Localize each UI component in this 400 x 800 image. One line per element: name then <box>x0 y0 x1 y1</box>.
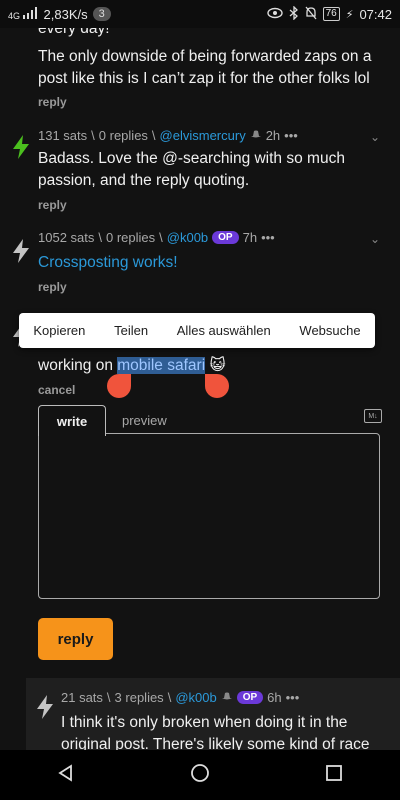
menu-item-web-search[interactable]: Websuche <box>299 323 360 338</box>
tab-preview[interactable]: preview <box>122 413 167 428</box>
eye-icon <box>266 7 283 22</box>
author-link[interactable]: @k00b <box>175 690 216 705</box>
author-link[interactable]: @k00b <box>167 230 208 245</box>
cat-emoji: 😺 <box>209 357 226 374</box>
replies-count[interactable]: 0 replies <box>99 128 148 143</box>
comment-body: working on mobile safari 😺 <box>38 356 226 375</box>
comment-body: Badass. Love the @-searching with so muc… <box>38 150 345 189</box>
selection-handle-left[interactable] <box>107 374 131 398</box>
editor-tabs: write preview M↓ <box>38 405 382 436</box>
reply-link[interactable]: reply <box>38 280 67 294</box>
nested-comment: 21 sats \ 3 replies \ @k00b OP 6h ••• I … <box>26 678 400 750</box>
sats-count: 1052 sats <box>38 230 95 245</box>
more-icon[interactable]: ••• <box>261 230 275 245</box>
sats-count: 131 sats <box>38 128 88 143</box>
replies-count[interactable]: 0 replies <box>106 230 155 245</box>
comment-partial-text: every day! <box>38 28 110 37</box>
op-badge: OP <box>212 231 239 244</box>
android-nav-bar <box>0 750 400 800</box>
network-type: 4G <box>8 11 21 21</box>
markdown-icon[interactable]: M↓ <box>364 409 382 423</box>
clock: 07:42 <box>359 6 392 22</box>
tab-write[interactable]: write <box>38 405 106 436</box>
op-badge: OP <box>236 691 264 704</box>
comment-body: The only downside of being forwarded zap… <box>38 48 372 87</box>
bluetooth-icon <box>289 4 299 23</box>
home-icon[interactable] <box>190 763 210 788</box>
reply-textarea[interactable] <box>38 433 380 599</box>
status-bar: 4G 2,83K/s 3 76 ⚡ 07:42 <box>0 0 400 28</box>
bolt-icon[interactable] <box>34 694 56 720</box>
sats-count: 21 sats <box>61 690 103 705</box>
cowboy-hat-icon <box>221 690 233 705</box>
menu-item-share[interactable]: Teilen <box>114 323 148 338</box>
author-link[interactable]: @elvismercury <box>160 128 246 143</box>
bolt-icon[interactable] <box>10 238 32 264</box>
signal-icon: 4G <box>8 7 39 21</box>
collapse-icon[interactable]: ⌄ <box>370 130 380 144</box>
more-icon[interactable]: ••• <box>284 128 298 143</box>
collapse-icon[interactable]: ⌄ <box>370 232 380 246</box>
more-icon[interactable]: ••• <box>286 690 300 705</box>
menu-item-select-all[interactable]: Alles auswählen <box>177 323 271 338</box>
recents-icon[interactable] <box>325 764 343 787</box>
zapped-bolt-icon[interactable] <box>10 134 32 160</box>
comment-age: 6h <box>267 690 282 705</box>
selected-text[interactable]: mobile safari <box>117 357 206 374</box>
comment-age: 7h <box>242 230 258 245</box>
notification-count-badge: 3 <box>92 7 111 21</box>
menu-item-copy[interactable]: Kopieren <box>33 323 85 338</box>
comment-meta: 1052 sats \ 0 replies \ @k00b OP 7h ••• <box>38 230 275 245</box>
back-icon[interactable] <box>57 763 75 787</box>
comment-meta: 131 sats \ 0 replies \ @elvismercury 2h … <box>38 128 298 143</box>
text-selection-menu: Kopieren Teilen Alles auswählen Websuche <box>19 313 375 348</box>
comment-body: I think it's only broken when doing it i… <box>61 714 370 750</box>
comment-meta: 21 sats \ 3 replies \ @k00b OP 6h ••• <box>61 690 300 705</box>
battery-indicator: 76 <box>322 7 340 21</box>
comment-body-link[interactable]: Crossposting works! <box>38 252 383 274</box>
comment-text: working on <box>38 357 118 374</box>
cancel-link[interactable]: cancel <box>38 383 75 397</box>
selection-handle-right[interactable] <box>205 374 229 398</box>
comment-age: 2h <box>265 128 281 143</box>
charging-icon: ⚡ <box>345 8 354 21</box>
reply-link[interactable]: reply <box>38 198 67 212</box>
reply-submit-button[interactable]: reply <box>38 618 113 660</box>
network-speed: 2,83K/s <box>43 6 88 22</box>
reply-link[interactable]: reply <box>38 95 67 109</box>
replies-count[interactable]: 3 replies <box>115 690 164 705</box>
bell-off-icon <box>305 6 317 23</box>
cowboy-hat-icon <box>250 128 262 143</box>
